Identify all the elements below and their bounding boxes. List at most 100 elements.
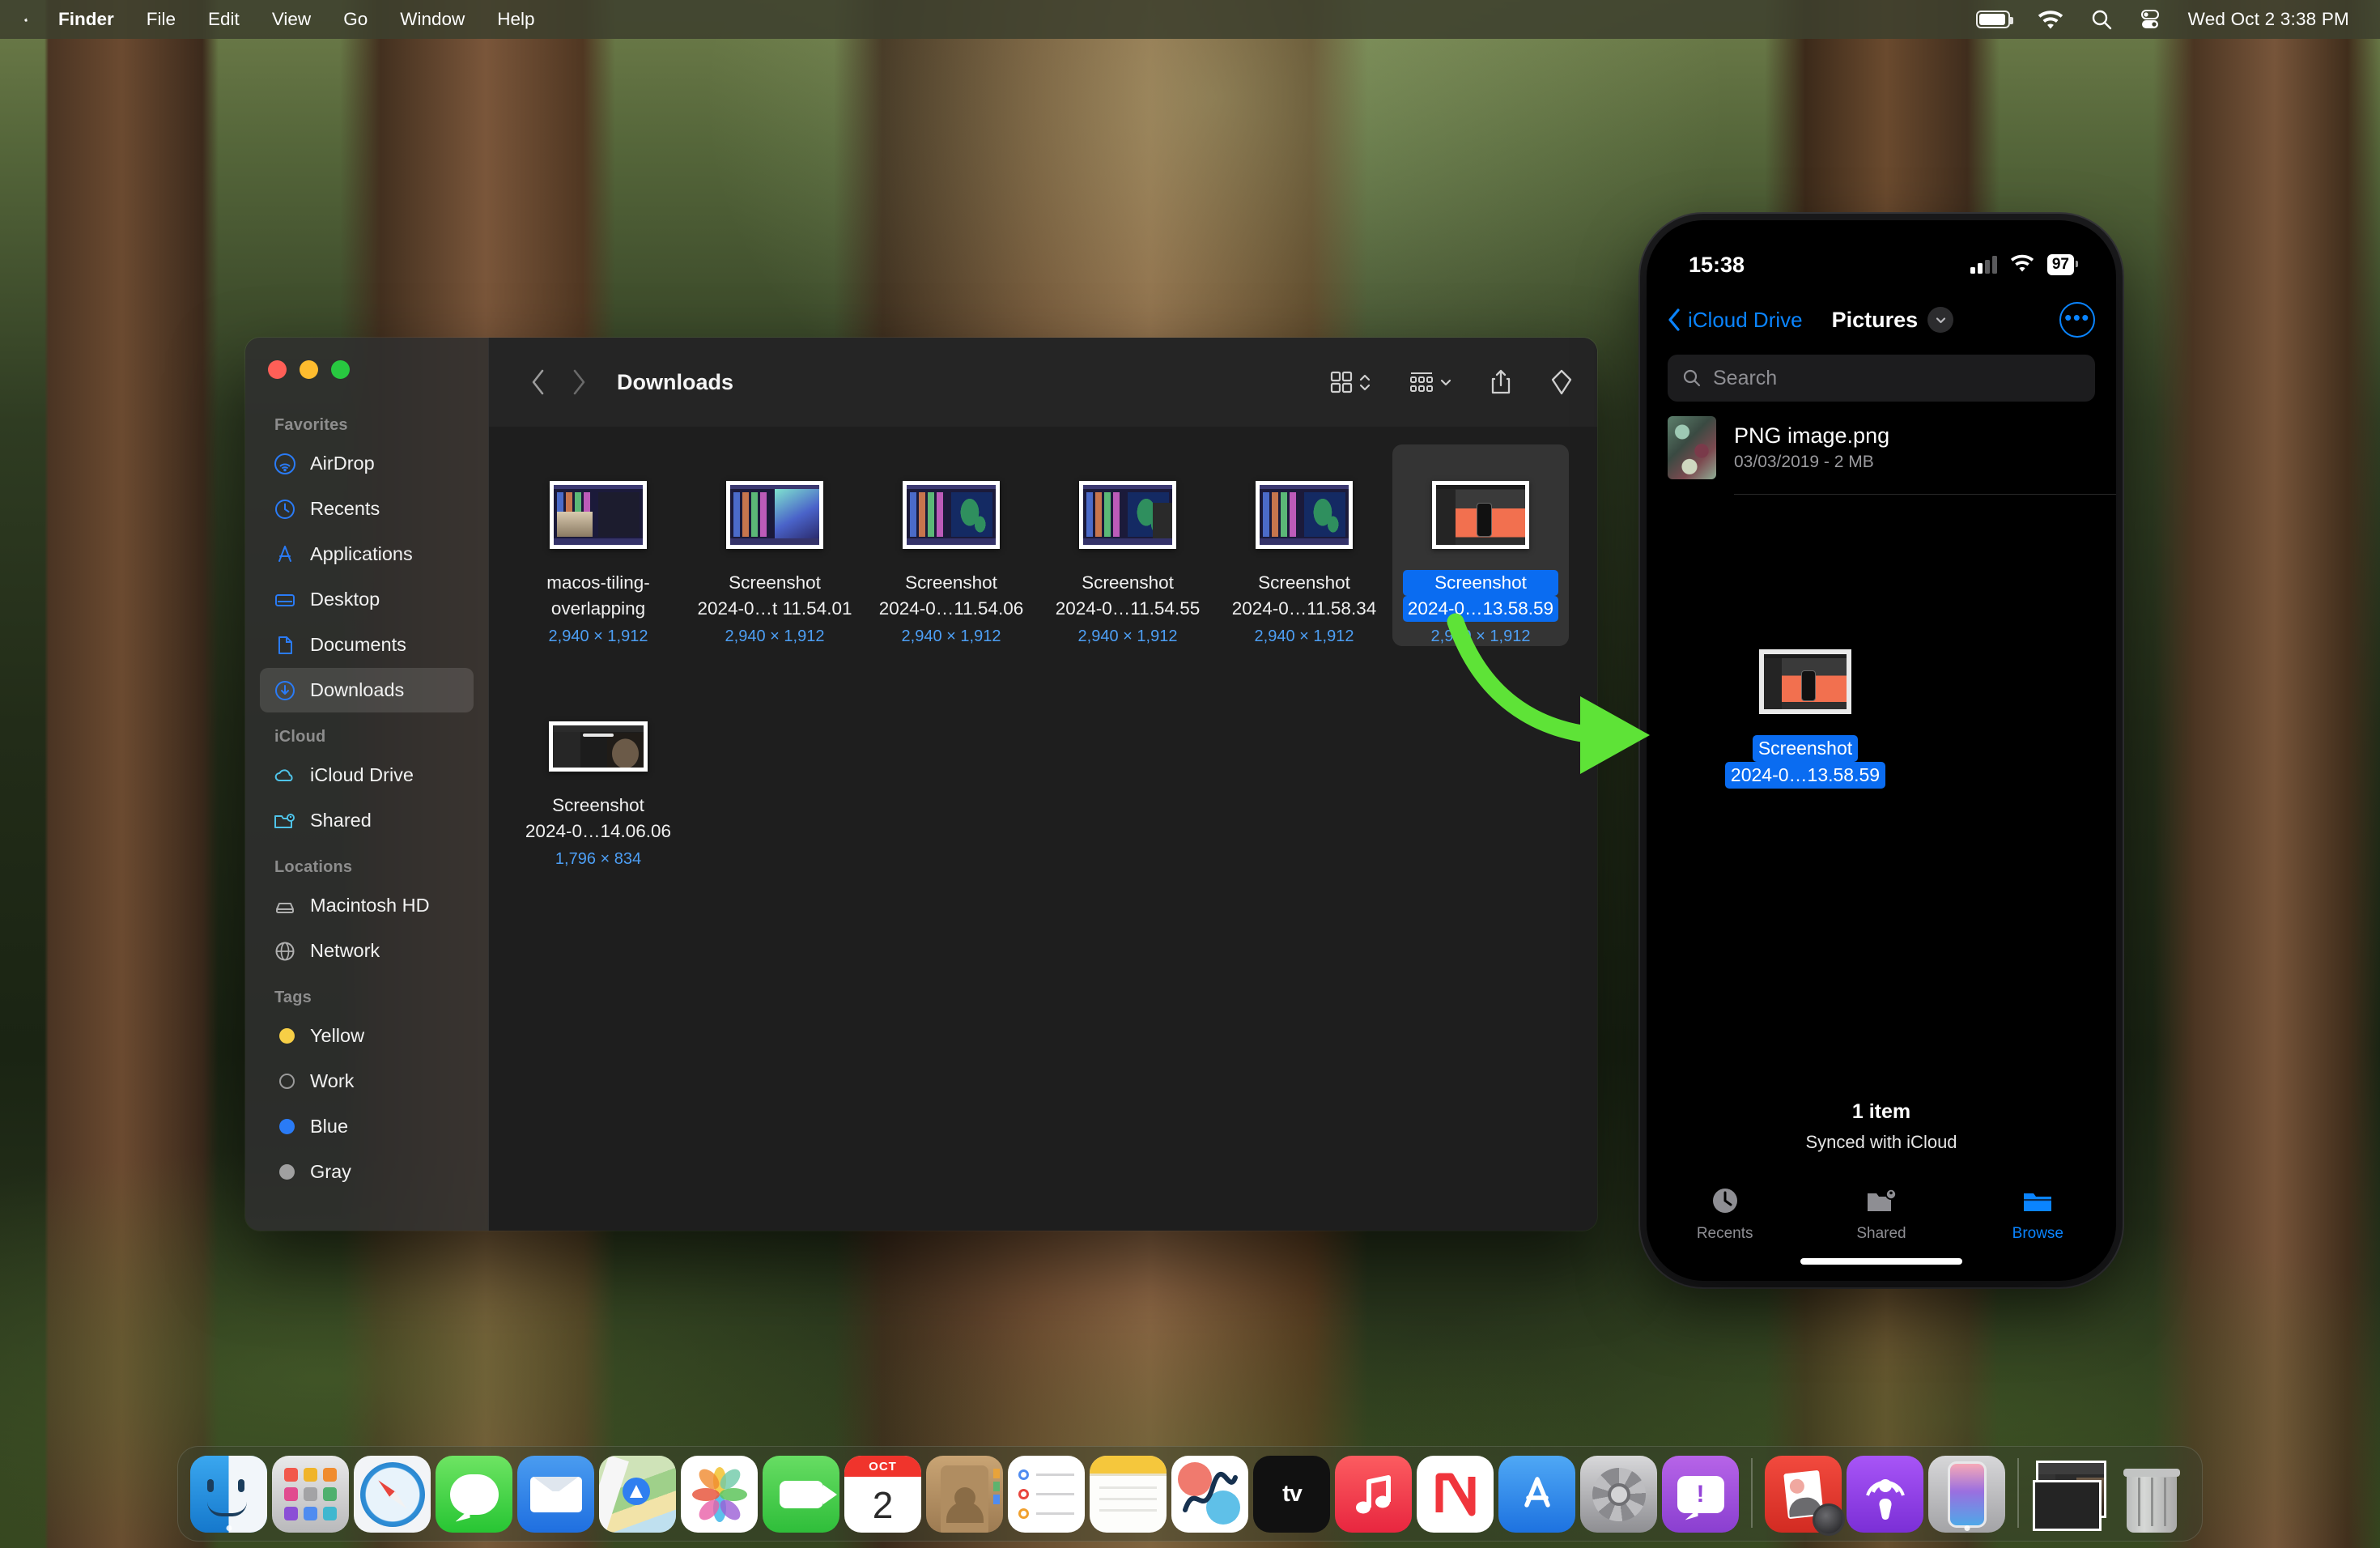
sidebar-section-locations: Locations: [274, 858, 353, 876]
menu-item-go[interactable]: Go: [327, 9, 384, 30]
sidebar-label: Yellow: [310, 1025, 365, 1046]
finder-icon: [190, 1456, 267, 1533]
sidebar-label: Recents: [310, 498, 380, 519]
close-button[interactable]: [268, 360, 287, 379]
dock-item-system-settings[interactable]: [1578, 1456, 1660, 1533]
dragged-file-name: Screenshot 2024-0…13.58.59: [1724, 735, 1886, 789]
podcasts-icon: [1847, 1456, 1923, 1533]
spotlight-search-icon[interactable]: [2091, 9, 2112, 30]
minimize-button[interactable]: [300, 360, 318, 379]
dock-item-music[interactable]: [1332, 1456, 1414, 1533]
file-thumbnail: [726, 456, 823, 549]
file-item-clipped[interactable]: . 2: [1569, 444, 1597, 646]
menu-item-window[interactable]: Window: [384, 9, 481, 30]
dock-item-calendar[interactable]: OCT 2: [842, 1456, 924, 1533]
sidebar-item-documents[interactable]: Documents: [260, 623, 474, 667]
dock-item-launchpad[interactable]: [270, 1456, 351, 1533]
dock-item-podcasts[interactable]: [1844, 1456, 1926, 1533]
music-icon: [1335, 1456, 1412, 1533]
tab-browse[interactable]: Browse: [1960, 1184, 2116, 1243]
sidebar-tag-work[interactable]: Work: [260, 1059, 474, 1104]
file-name: PNG image.png: [1734, 423, 1890, 448]
apple-logo-icon[interactable]: [18, 6, 42, 33]
tab-shared[interactable]: Shared: [1803, 1184, 1959, 1243]
sidebar-item-network[interactable]: Network: [260, 929, 474, 973]
dock-item-facetime[interactable]: [760, 1456, 842, 1533]
file-item[interactable]: Screenshot 2024-0…t 11.54.01 2,940 × 1,9…: [686, 444, 863, 646]
dock-item-reminders[interactable]: [1005, 1456, 1087, 1533]
finder-window[interactable]: Favorites AirDrop Recents Applications D…: [245, 338, 1597, 1231]
file-item-selected[interactable]: Screenshot 2024-0…13.58.59 2,940 × 1,912: [1392, 444, 1569, 646]
iphone-status-indicators: 97: [1970, 253, 2079, 278]
sidebar-item-downloads[interactable]: Downloads: [260, 668, 474, 712]
iphone-file-list: PNG image.png 03/03/2019 - 2 MB: [1647, 402, 2116, 495]
more-ellipsis-icon[interactable]: •••: [2059, 302, 2095, 338]
dock-item-notes[interactable]: [1087, 1456, 1169, 1533]
file-item[interactable]: Screenshot 2024-0…11.54.06 2,940 × 1,912: [863, 444, 1039, 646]
file-item[interactable]: Screenshot 2024-0…14.06.06 1,796 × 834: [510, 667, 686, 869]
sidebar-item-recents[interactable]: Recents: [260, 487, 474, 531]
file-item[interactable]: Screenshot 2024-0…11.54.55 2,940 × 1,912: [1039, 444, 1216, 646]
home-indicator: [1800, 1258, 1962, 1265]
running-indicator: [226, 1525, 232, 1531]
dock-item-feedback[interactable]: !: [1660, 1456, 1741, 1533]
menu-bar-datetime[interactable]: Wed Oct 2 3:38 PM: [2188, 9, 2349, 30]
icon-view-icon[interactable]: [1329, 370, 1371, 394]
dock-item-preview[interactable]: [1762, 1456, 1845, 1536]
wifi-icon[interactable]: [2038, 10, 2063, 29]
iphone-mirroring-window[interactable]: 15:38 97 iCloud Drive Pictures ••• Searc…: [1647, 220, 2116, 1281]
dock-item-document-stack[interactable]: [2029, 1456, 2110, 1533]
sidebar-tag-blue[interactable]: Blue: [260, 1104, 474, 1149]
dock-item-photos[interactable]: [678, 1456, 760, 1533]
menu-item-finder[interactable]: Finder: [42, 9, 130, 30]
tag-dot-icon: [273, 1070, 297, 1094]
sidebar-item-applications[interactable]: Applications: [260, 532, 474, 576]
tab-recents[interactable]: Recents: [1647, 1184, 1803, 1243]
menu-item-view[interactable]: View: [256, 9, 327, 30]
iphone-search-field[interactable]: Search: [1668, 355, 2095, 402]
sidebar-tag-gray[interactable]: Gray: [260, 1150, 474, 1194]
menu-item-file[interactable]: File: [130, 9, 192, 30]
tag-icon[interactable]: [1549, 369, 1574, 395]
chevron-down-icon[interactable]: [1927, 307, 1954, 333]
share-icon[interactable]: [1490, 368, 1512, 396]
battery-icon[interactable]: [1975, 11, 2013, 28]
group-by-icon[interactable]: [1409, 370, 1452, 394]
list-item[interactable]: PNG image.png 03/03/2019 - 2 MB: [1668, 402, 2116, 494]
menu-item-edit[interactable]: Edit: [192, 9, 256, 30]
dock-item-contacts[interactable]: [924, 1456, 1005, 1533]
maximize-button[interactable]: [331, 360, 350, 379]
dock-item-safari[interactable]: [351, 1456, 433, 1533]
file-grid[interactable]: macos-tiling- overlapping 2,940 × 1,912: [489, 427, 1597, 1231]
dock-item-messages[interactable]: [433, 1456, 515, 1533]
dock-item-stocks[interactable]: [1169, 1456, 1251, 1533]
dock-item-trash[interactable]: [2110, 1456, 2192, 1533]
dock-item-news[interactable]: [1414, 1456, 1496, 1533]
iphone-back-button[interactable]: iCloud Drive: [1668, 308, 1803, 333]
dragged-file-ghost[interactable]: Screenshot 2024-0…13.58.59: [1724, 649, 1886, 789]
file-thumbnail: [1079, 456, 1176, 549]
sidebar-item-airdrop[interactable]: AirDrop: [260, 441, 474, 486]
sidebar-tag-yellow[interactable]: Yellow: [260, 1014, 474, 1058]
sidebar-item-shared[interactable]: Shared: [260, 798, 474, 843]
iphone-back-label: iCloud Drive: [1688, 307, 1803, 332]
file-item[interactable]: Screenshot 2024-0…11.58.34 2,940 × 1,912: [1216, 444, 1392, 646]
dock-item-iphone-mirroring[interactable]: [1926, 1456, 2008, 1533]
control-center-icon[interactable]: [2140, 9, 2161, 30]
photos-icon: [681, 1456, 758, 1533]
sidebar-item-desktop[interactable]: Desktop: [260, 577, 474, 622]
dock-item-appstore[interactable]: [1496, 1456, 1578, 1533]
menu-item-help[interactable]: Help: [481, 9, 550, 30]
dock-item-finder[interactable]: [188, 1456, 270, 1533]
sidebar-item-icloud-drive[interactable]: iCloud Drive: [260, 753, 474, 797]
sidebar-item-macintosh-hd[interactable]: Macintosh HD: [260, 883, 474, 928]
airdrop-icon: [273, 452, 297, 476]
dock-item-mail[interactable]: [515, 1456, 597, 1533]
dock-item-appletv[interactable]: tv: [1251, 1456, 1332, 1533]
appstore-icon: [1498, 1456, 1575, 1533]
file-item[interactable]: macos-tiling- overlapping 2,940 × 1,912: [510, 444, 686, 646]
dock-item-maps[interactable]: [597, 1456, 678, 1533]
forward-chevron-icon[interactable]: [559, 362, 599, 402]
back-chevron-icon[interactable]: [518, 362, 559, 402]
calendar-month: OCT: [844, 1456, 921, 1477]
